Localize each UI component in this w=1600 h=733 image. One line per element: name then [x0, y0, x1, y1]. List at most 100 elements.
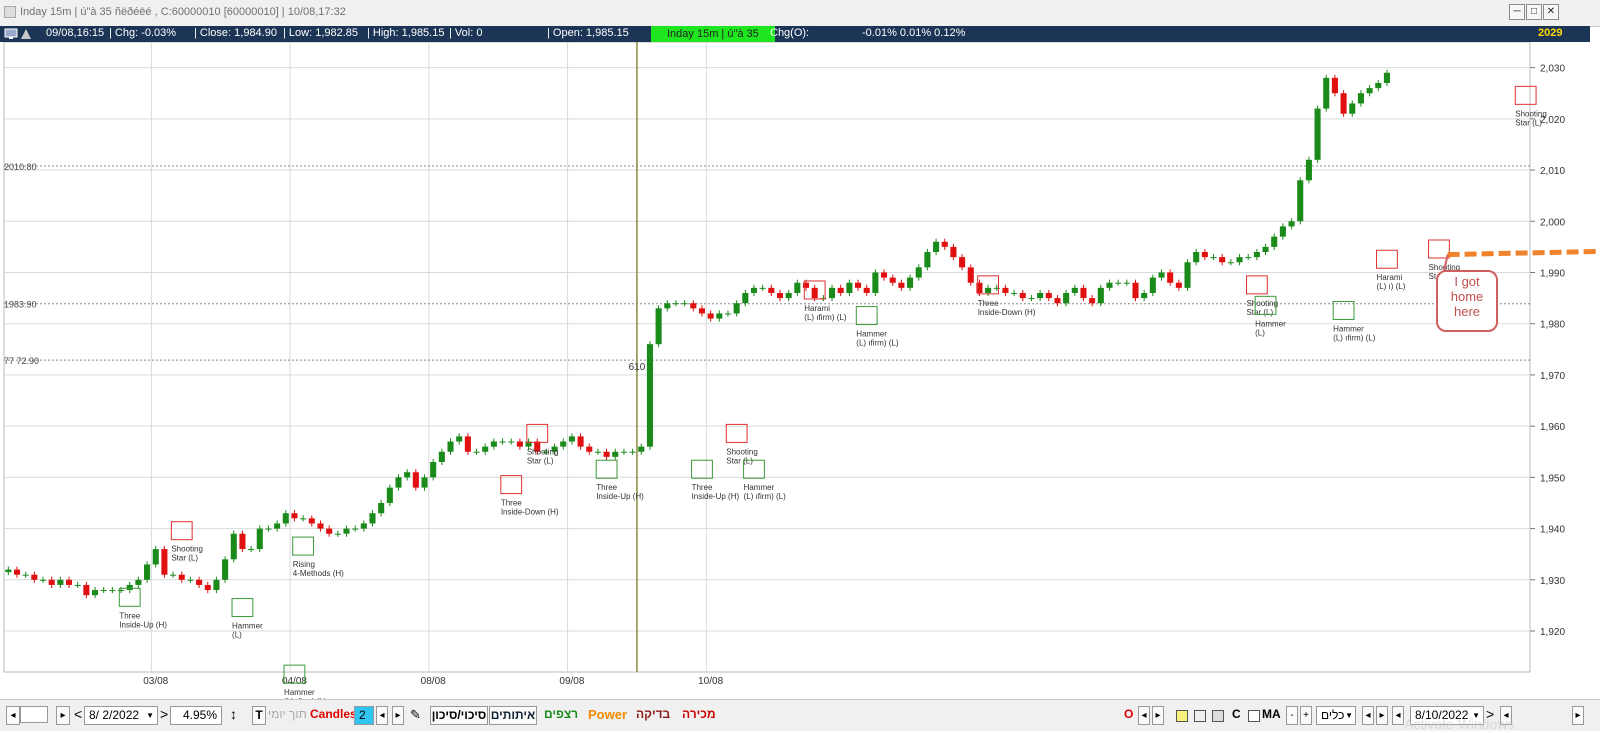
candles-decrease-button[interactable]: ◂ [376, 706, 388, 725]
close-button[interactable]: ✕ [1543, 4, 1559, 20]
candle-body [464, 436, 471, 452]
candle-body [1210, 257, 1217, 259]
y-tick-label: 1,960 [1540, 422, 1565, 433]
candlestick-chart-svg[interactable]: 2,0302,0202,0102,0001,9901,9801,9701,960… [0, 41, 1600, 706]
candle-body [794, 282, 801, 293]
range-start-button[interactable]: ◂ [1392, 706, 1404, 725]
x-tick-label: 04/08 [282, 676, 307, 687]
candles-count-field[interactable]: 2 [354, 706, 374, 725]
percent-field[interactable]: 4.95% [170, 706, 222, 725]
pattern-box [1514, 85, 1537, 105]
tab-sell[interactable]: מכירה [682, 706, 716, 723]
candle-body [213, 579, 220, 591]
candle-body [300, 518, 307, 520]
dropdown-chevron-icon[interactable]: ▼ [146, 707, 154, 724]
candle-body [1002, 287, 1009, 293]
tools-next-button[interactable]: ▸ [1376, 706, 1388, 725]
candle-body [438, 451, 445, 462]
ma-checkbox[interactable] [1248, 710, 1260, 722]
x-tick-label: 08/08 [421, 676, 446, 687]
nav-first-button[interactable]: < [74, 706, 82, 723]
pattern-label: Three [119, 611, 140, 620]
candle-body [742, 292, 749, 304]
candles-label[interactable]: Candles [310, 706, 357, 723]
grid-toggle-icon[interactable] [1194, 710, 1206, 722]
candle-body [22, 574, 29, 576]
candle-body [759, 287, 766, 289]
candle-body [508, 441, 515, 443]
tab-check[interactable]: בדיקה [636, 706, 670, 723]
monitor-icon[interactable] [4, 28, 18, 43]
pattern-label: (L) ıfirm) (L) [744, 492, 787, 501]
candle-body [941, 241, 948, 247]
candle-body [707, 313, 714, 319]
tab-power[interactable]: Power [588, 706, 627, 723]
candles-increase-button[interactable]: ▸ [392, 706, 404, 725]
tab-risk-reward[interactable]: סיכוי/סיכון [430, 706, 488, 725]
tab-signals[interactable]: איתותים [489, 706, 537, 725]
scroll-end-right-button[interactable]: ▸ [1572, 706, 1584, 725]
candle-body [1080, 287, 1087, 299]
candle-body [1340, 93, 1347, 114]
minimize-button[interactable]: ─ [1509, 4, 1525, 20]
candle-body [447, 441, 454, 452]
candle-body [230, 533, 237, 560]
o-next-button[interactable]: ▸ [1152, 706, 1164, 725]
layout-icon[interactable] [1212, 710, 1224, 722]
ma-minus-button[interactable]: - [1286, 706, 1298, 725]
scroll-left-button[interactable]: ◂ [6, 706, 20, 725]
c-toggle[interactable]: C [1232, 706, 1241, 723]
candle-body [1028, 298, 1035, 300]
scroll-right-button[interactable]: ▸ [56, 706, 70, 725]
o-toggle[interactable]: O [1124, 706, 1133, 723]
y-tick-label: 2,030 [1540, 64, 1565, 75]
vertical-marker-label: 610 [629, 362, 646, 373]
candle-body [161, 549, 168, 575]
pattern-label: Inside-Up (H) [596, 492, 644, 501]
candle-body [629, 451, 636, 453]
candle-body [1201, 252, 1208, 258]
highlight-color-icon[interactable] [1176, 710, 1188, 722]
intraday-label[interactable]: תוך יומי [268, 706, 307, 723]
candle-body [915, 267, 922, 278]
text-tool-button[interactable]: T [252, 706, 266, 725]
scroll-track[interactable] [20, 706, 48, 723]
pattern-label: Three [978, 299, 999, 308]
pattern-label: Rising [293, 560, 315, 569]
pattern-label: Star (L) [726, 456, 753, 465]
candle-body [1019, 292, 1026, 299]
app-icon [4, 6, 16, 18]
candle-body [412, 472, 419, 488]
candle-body [950, 246, 957, 258]
candle-body [404, 472, 411, 478]
nav-last-button[interactable]: > [160, 706, 168, 723]
candle-body [516, 441, 523, 447]
date-from-picker[interactable]: 8/ 2/2022 ▼ [84, 706, 158, 725]
pattern-label: Hammer [856, 330, 887, 339]
pattern-label: (L) ıfirm) (L) [804, 313, 847, 322]
candle-body [681, 303, 688, 305]
candle-body [74, 584, 81, 586]
close-value: | Close: 1,984.90 [194, 27, 277, 39]
tab-continuous[interactable]: רצפים [544, 706, 578, 723]
pattern-box [725, 423, 748, 443]
vertical-resize-icon[interactable]: ↕ [230, 706, 237, 723]
ma-plus-button[interactable]: + [1300, 706, 1312, 725]
candle-body [898, 282, 905, 288]
candle-body [568, 436, 575, 442]
o-prev-button[interactable]: ◂ [1138, 706, 1150, 725]
pattern-label: Star (L) [1246, 308, 1273, 317]
candle-body [1123, 282, 1130, 284]
tools-chevron-icon[interactable]: ▼ [1345, 707, 1353, 724]
chg-open-values: -0.01% 0.01% 0.12% [862, 27, 966, 39]
pattern-label: Hammer [232, 622, 263, 631]
pattern-label: (L) ıfirm) (L) [1333, 333, 1376, 342]
price-chart[interactable]: 2,030 2,020 2,010 2,000 1,990 1,980 1,970 1,960… [0, 41, 1600, 706]
tools-prev-button[interactable]: ◂ [1362, 706, 1374, 725]
candle-body [811, 287, 818, 299]
tools-select[interactable]: כלים ▼ [1316, 706, 1356, 725]
eraser-icon[interactable]: ✎ [410, 706, 421, 723]
change-value: | Chg: -0.03% [109, 27, 177, 39]
pattern-label: (L) ıfirm) (L) [856, 339, 899, 348]
maximize-button[interactable]: □ [1526, 4, 1542, 20]
